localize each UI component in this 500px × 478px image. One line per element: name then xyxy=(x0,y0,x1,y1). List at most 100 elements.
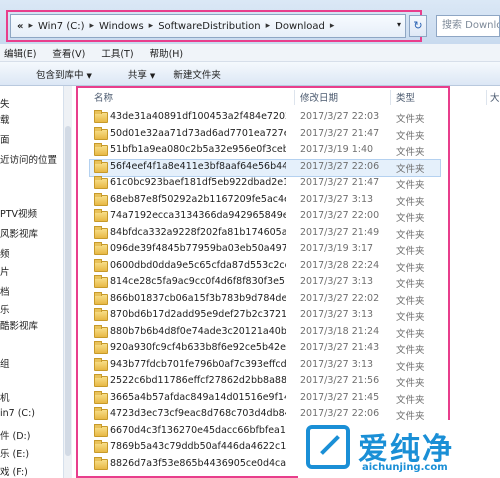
file-date: 2017/3/27 21:47 xyxy=(300,177,380,188)
table-row[interactable]: 943b77fdcb701fe796b0af7c393effcd 2017/3/2… xyxy=(90,357,440,374)
column-header-date[interactable]: 修改日期 xyxy=(300,90,338,106)
navigation-scrollbar[interactable] xyxy=(64,86,72,478)
menu-view[interactable]: 查看(V) xyxy=(52,46,85,60)
column-header-type[interactable]: 类型 xyxy=(396,90,415,106)
folder-icon xyxy=(94,407,108,420)
table-row[interactable]: 2522c6bd11786effcf27862d2bb8a88c 2017/3/2… xyxy=(90,374,440,390)
nav-item[interactable]: 风影视库 xyxy=(0,226,38,240)
file-name: 920a930fc9cf4b633b8f6e92ce5b42e9 xyxy=(110,342,286,353)
file-date: 2017/3/18 21:24 xyxy=(300,325,380,337)
file-date: 2017/3/19 1:40 xyxy=(300,144,374,155)
file-name: 51bfb1a9ea080c2b5a32e956e0f3ceb1 xyxy=(110,144,286,155)
nav-item[interactable]: PTV视频 xyxy=(0,206,37,220)
new-folder-button[interactable]: 新建文件夹 xyxy=(173,67,221,81)
file-type: 文件夹 xyxy=(396,229,425,241)
file-date: 2017/3/27 22:03 xyxy=(300,111,380,122)
folder-icon xyxy=(94,390,108,404)
file-type: 文件夹 xyxy=(396,262,425,274)
file-date: 2017/3/27 3:13 xyxy=(300,276,374,287)
file-date: 2017/3/27 21:45 xyxy=(300,391,380,403)
nav-item[interactable]: 面 xyxy=(0,132,10,146)
table-row[interactable]: 096de39f4845b77959ba03eb50a49761 2017/3/1… xyxy=(90,242,440,258)
file-date: 2017/3/28 22:24 xyxy=(300,259,380,271)
chevron-down-icon: ▼ xyxy=(149,71,156,80)
column-separator[interactable] xyxy=(294,90,295,105)
menu-help[interactable]: 帮助(H) xyxy=(150,46,184,60)
table-row[interactable]: 84bfdca332a9228f202fa81b174605a1 2017/3/2… xyxy=(90,225,440,242)
table-row[interactable]: 870bd6b17d2add95e9def27b2c3721... 2017/3/… xyxy=(90,308,440,324)
table-row[interactable]: 0600dbd0dda9e5c65cfda87d553c2ce6 2017/3/2… xyxy=(90,258,440,275)
folder-icon xyxy=(94,357,108,371)
file-type: 文件夹 xyxy=(396,312,425,323)
nav-item-computer[interactable]: 机 xyxy=(0,390,10,404)
nav-item[interactable]: 乐 xyxy=(0,302,10,316)
column-header-size[interactable]: 大 xyxy=(490,90,500,106)
column-separator[interactable] xyxy=(486,90,487,105)
nav-item-homegroup[interactable]: 组 xyxy=(0,356,10,370)
table-row[interactable]: 3665a4b57afdac849a14d01516e9f146 2017/3/2… xyxy=(90,390,440,407)
folder-icon xyxy=(94,192,108,206)
file-name: 3665a4b57afdac849a14d01516e9f146 xyxy=(110,391,286,403)
menu-edit[interactable]: 编辑(E) xyxy=(4,46,36,60)
table-row[interactable]: 74a7192ecca3134366da942965849e6a 2017/3/2… xyxy=(90,209,440,225)
file-date: 2017/3/19 3:17 xyxy=(300,243,374,254)
share-button[interactable]: 共享 ▼ xyxy=(110,67,155,81)
address-highlight-box xyxy=(6,10,422,42)
file-name: 943b77fdcb701fe796b0af7c393effcd xyxy=(110,358,286,370)
menu-tools[interactable]: 工具(T) xyxy=(101,46,133,60)
watermark: 爱纯净 aichunjing.com xyxy=(298,420,500,478)
file-date: 2017/3/27 22:02 xyxy=(300,292,380,304)
nav-item[interactable]: 频 xyxy=(0,246,10,260)
file-type: 文件夹 xyxy=(396,180,425,191)
table-row[interactable]: 814ce28c5fa9ac9cc0f4d6f8f830f3e5 2017/3/2… xyxy=(90,275,440,291)
file-name: 880b7b6b4d8f0e74ade3c20121a40b37 xyxy=(110,325,286,337)
column-separator[interactable] xyxy=(390,90,391,105)
file-date: 2017/3/27 22:06 xyxy=(300,408,380,419)
file-name: 7869b5a43c79ddb50af446da4622c1ca xyxy=(110,441,286,452)
folder-icon xyxy=(94,225,108,239)
share-label: 共享 xyxy=(127,69,147,81)
folder-icon xyxy=(94,159,108,173)
chevron-down-icon: ▼ xyxy=(86,71,92,80)
table-row[interactable]: 61c0bc923baef181df5eb922dbad2e1a 2017/3/2… xyxy=(90,176,440,192)
file-name: 8826d7a3f53e865b4436905ce0d4ca xyxy=(110,457,286,469)
refresh-icon[interactable]: ↻ xyxy=(409,15,427,37)
file-type: 文件夹 xyxy=(396,394,425,406)
file-name: 50d01e32aa71d73ad6ad7701ea727e... xyxy=(110,127,286,139)
navigation-pane: 失 载 面 近访问的位置 PTV视频 风影视库 频 片 档 乐 酷影视库 组 机… xyxy=(0,86,64,478)
file-date: 2017/3/27 3:13 xyxy=(300,193,374,205)
nav-item-drive-c[interactable]: in7 (C:) xyxy=(0,408,35,419)
folder-icon xyxy=(94,176,108,189)
nav-item-drive-e[interactable]: 乐 (E:) xyxy=(0,446,29,460)
scrollbar-thumb[interactable] xyxy=(65,126,71,456)
file-date: 2017/3/27 3:13 xyxy=(300,309,374,320)
table-row[interactable]: 880b7b6b4d8f0e74ade3c20121a40b37 2017/3/1… xyxy=(90,324,440,341)
table-row[interactable]: 56f4eef4f1a8e411e3bf8aaf64e56b44 2017/3/2… xyxy=(89,158,441,177)
search-input[interactable]: 搜索 Downloa xyxy=(436,15,500,37)
file-date: 2017/3/27 21:49 xyxy=(300,226,380,238)
file-type: 文件夹 xyxy=(396,147,425,158)
nav-item[interactable]: 载 xyxy=(0,112,10,126)
nav-item-drive-f[interactable]: 戏 (F:) xyxy=(0,464,28,478)
folder-icon xyxy=(94,126,108,140)
nav-item[interactable]: 片 xyxy=(0,264,10,278)
nav-item[interactable]: 酷影视库 xyxy=(0,318,38,332)
folder-icon xyxy=(94,308,108,321)
table-row[interactable]: 51bfb1a9ea080c2b5a32e956e0f3ceb1 2017/3/1… xyxy=(90,143,440,159)
table-row[interactable]: 50d01e32aa71d73ad6ad7701ea727e... 2017/3/… xyxy=(90,126,440,143)
nav-item-recent[interactable]: 近访问的位置 xyxy=(0,152,57,166)
table-row[interactable]: 866b01837cb06a15f3b783b9d784de89 2017/3/2… xyxy=(90,291,440,308)
file-name: 866b01837cb06a15f3b783b9d784de89 xyxy=(110,292,286,304)
table-row[interactable]: 68eb87e8f50292a2b1167209fe5ac4ed 2017/3/2… xyxy=(90,192,440,209)
nav-item-drive-d[interactable]: 件 (D:) xyxy=(0,428,30,442)
column-header-name[interactable]: 名称 xyxy=(94,90,113,106)
folder-icon xyxy=(94,258,108,272)
nav-item[interactable]: 失 xyxy=(0,96,10,110)
table-row[interactable]: 43de31a40891df100453a2f484e72024 2017/3/2… xyxy=(90,110,440,126)
file-type: 文件夹 xyxy=(396,196,425,208)
table-row[interactable]: 920a930fc9cf4b633b8f6e92ce5b42e9 2017/3/2… xyxy=(90,341,440,357)
file-type: 文件夹 xyxy=(396,328,425,340)
include-in-library-button[interactable]: 包含到库中 ▼ xyxy=(18,67,92,81)
nav-item[interactable]: 档 xyxy=(0,284,10,298)
file-name: 870bd6b17d2add95e9def27b2c3721... xyxy=(110,309,286,320)
